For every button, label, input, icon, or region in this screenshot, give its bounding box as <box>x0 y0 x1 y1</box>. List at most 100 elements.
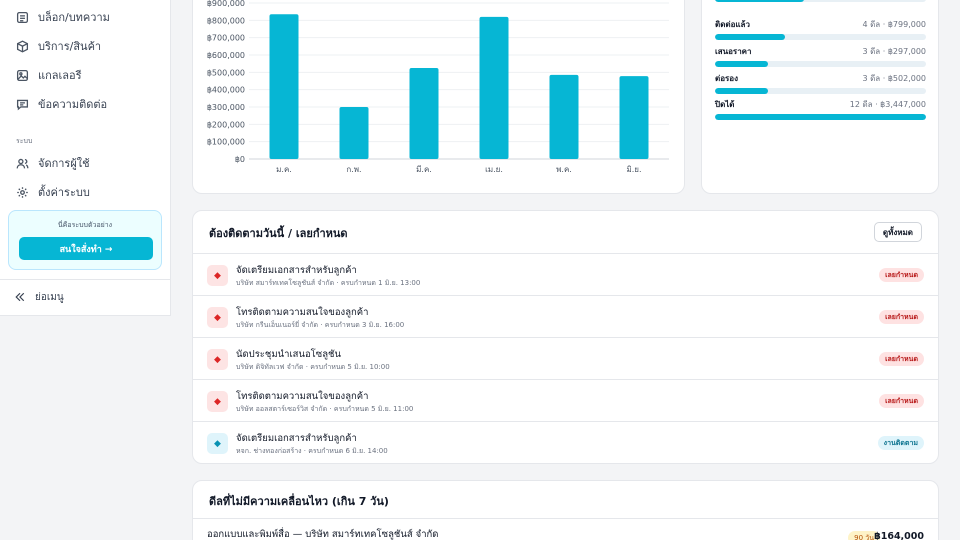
message-icon <box>16 99 29 110</box>
sidebar-item-gallery[interactable]: แกลเลอรี <box>16 63 82 87</box>
blog-icon <box>16 11 29 23</box>
bar[interactable] <box>619 76 649 159</box>
bar-chart: ฿0 ฿100,000 ฿200,000 ฿300,000 ฿400,000 ฿500,0… <box>207 0 669 174</box>
stage-label: ปิดได้ <box>715 99 735 109</box>
stage-label: เสนอราคา <box>715 46 752 56</box>
divider <box>193 518 938 519</box>
sidebar-item-services[interactable]: บริการ/สินค้า <box>16 34 101 58</box>
x-tick-label: เม.ย. <box>485 165 503 174</box>
y-tick-label: ฿200,000 <box>207 120 245 129</box>
funnel-stage: ต่อรอง 3 ดีล · ฿502,000 <box>715 72 926 94</box>
stage-label: ต่อรอง <box>715 73 739 83</box>
task-subtitle: บริษัท ดิจิทัลเวฟ จำกัด · ครบกำหนด 5 มิ.… <box>236 363 390 371</box>
followup-title: ต้องติดตามวันนี้ / เลยกำหนด <box>209 227 348 240</box>
task-row[interactable]: ◆ โทรติดตามความสนใจของลูกค้า บริษัท กรีน… <box>193 295 938 337</box>
y-tick-label: ฿800,000 <box>207 16 245 25</box>
stage-fill <box>715 34 785 40</box>
task-title: จัดเตรียมเอกสารสำหรับลูกค้า <box>236 433 357 444</box>
users-icon <box>16 158 29 168</box>
sidebar-item-messages[interactable]: ข้อความติดต่อ <box>16 92 107 116</box>
view-all-button[interactable]: ดูทั้งหมด <box>873 222 922 242</box>
task-row[interactable]: ◆ จัดเตรียมเอกสารสำหรับลูกค้า หจก. ช่างท… <box>193 421 938 463</box>
alert-icon: ◆ <box>207 265 228 286</box>
alert-icon: ◆ <box>207 307 228 328</box>
stage-track <box>715 88 926 94</box>
funnel-stage: เสนอราคา 3 ดีล · ฿297,000 <box>715 45 926 67</box>
stage-track <box>715 114 926 120</box>
bar[interactable] <box>479 16 509 159</box>
sidebar-item-blog[interactable]: บล็อก/บทความ <box>16 5 110 29</box>
sidebar-item-label: แกลเลอรี <box>38 69 82 82</box>
promo-box: นี่คือระบบตัวอย่าง สนใจสั่งทำ → <box>8 210 162 270</box>
stage-meta: 3 ดีล · ฿502,000 <box>862 73 926 83</box>
stale-title: ดีลที่ไม่มีความเคลื่อนไหว (เกิน 7 วัน) <box>209 495 389 508</box>
task-title: โทรติดตามความสนใจของลูกค้า <box>236 391 369 402</box>
task-subtitle: บริษัท สมาร์ทเทคโซลูชันส์ จำกัด · ครบกำห… <box>236 279 421 287</box>
task-icon: ◆ <box>207 433 228 454</box>
x-tick-label: พ.ค. <box>556 165 572 174</box>
alert-icon: ◆ <box>207 349 228 370</box>
funnel-stage: ปิดได้ 12 ดีล · ฿3,447,000 <box>715 98 926 120</box>
order-button[interactable]: สนใจสั่งทำ → <box>19 237 153 260</box>
x-tick-label: มิ.ย. <box>626 165 641 174</box>
stage-meta: 3 ดีล · ฿297,000 <box>862 46 926 56</box>
sidebar-section-label: ระบบ <box>16 137 33 145</box>
task-row[interactable]: ◆ โทรติดตามความสนใจของลูกค้า บริษัท ออลส… <box>193 379 938 421</box>
x-tick-label: ม.ค. <box>276 165 292 174</box>
alert-icon: ◆ <box>207 391 228 412</box>
sidebar-item-label: บล็อก/บทความ <box>38 11 110 24</box>
y-tick-label: ฿400,000 <box>207 86 245 95</box>
deal-amount: ฿164,000 <box>874 531 924 540</box>
stage-track <box>715 0 926 2</box>
stage-fill <box>715 61 768 67</box>
task-row[interactable]: ◆ นัดประชุมนำเสนอโซลูชัน บริษัท ดิจิทัลเ… <box>193 337 938 379</box>
stale-deal-title[interactable]: ออกแบบและพิมพ์สื่อ — บริษัท สมาร์ทเทคโซล… <box>207 527 438 540</box>
stage-fill <box>715 114 926 120</box>
x-tick-label: มี.ค. <box>416 165 432 174</box>
y-tick-label: ฿0 <box>235 155 245 164</box>
x-tick-label: ก.พ. <box>346 165 361 174</box>
funnel-stage <box>715 0 926 2</box>
followup-card: ต้องติดตามวันนี้ / เลยกำหนด ดูทั้งหมด ◆ … <box>192 210 939 464</box>
sidebar-item-label: จัดการผู้ใช้ <box>38 157 90 170</box>
y-tick-label: ฿300,000 <box>207 103 245 112</box>
status-badge: เลยกำหนด <box>879 394 924 408</box>
stage-fill <box>715 88 768 94</box>
gear-icon <box>17 186 28 198</box>
sidebar-item-label: บริการ/สินค้า <box>38 40 102 53</box>
stage-meta: 12 ดีล · ฿3,447,000 <box>849 99 926 109</box>
box-icon <box>16 39 29 53</box>
stage-track <box>715 34 926 40</box>
stage-meta: 4 ดีล · ฿799,000 <box>862 19 926 29</box>
y-tick-label: ฿900,000 <box>207 0 245 8</box>
collapse-label: ย่อเมนู <box>35 291 64 303</box>
task-subtitle: หจก. ช่างทองก่อสร้าง · ครบกำหนด 6 มิ.ย. … <box>236 447 388 455</box>
task-title: นัดประชุมนำเสนอโซลูชัน <box>236 349 341 360</box>
bar[interactable] <box>409 68 439 159</box>
bar[interactable] <box>339 107 369 159</box>
stage-fill <box>715 0 804 2</box>
sidebar-item-users[interactable]: จัดการผู้ใช้ <box>16 151 90 175</box>
task-title: จัดเตรียมเอกสารสำหรับลูกค้า <box>236 265 357 276</box>
task-title: โทรติดตามความสนใจของลูกค้า <box>236 307 369 318</box>
bar[interactable] <box>549 74 579 159</box>
task-row[interactable]: ◆ จัดเตรียมเอกสารสำหรับลูกค้า บริษัท สมา… <box>193 253 938 295</box>
stale-deals-card: ดีลที่ไม่มีความเคลื่อนไหว (เกิน 7 วัน) อ… <box>192 480 939 540</box>
image-icon <box>16 69 29 81</box>
stage-track <box>715 61 926 67</box>
sidebar-item-settings[interactable]: ตั้งค่าระบบ <box>16 180 90 204</box>
promo-title: นี่คือระบบตัวอย่าง <box>57 221 113 229</box>
collapse-menu-button[interactable]: ย่อเมนู <box>14 287 64 307</box>
sidebar-item-label: ข้อความติดต่อ <box>38 98 108 111</box>
stage-label: ติดต่อแล้ว <box>715 19 750 29</box>
y-tick-label: ฿100,000 <box>207 138 245 147</box>
task-subtitle: บริษัท ออลสตาร์เซอร์วิส จำกัด · ครบกำหนด… <box>236 405 414 413</box>
status-badge: เลยกำหนด <box>879 310 924 324</box>
y-tick-label: ฿700,000 <box>207 34 245 43</box>
y-tick-label: ฿500,000 <box>207 68 245 77</box>
status-badge: งานติดตาม <box>877 436 924 450</box>
bar[interactable] <box>269 14 299 160</box>
status-badge: เลยกำหนด <box>879 352 924 366</box>
pipeline-funnel-card: ติดต่อแล้ว 4 ดีล · ฿799,000 เสนอราคา 3 ด… <box>701 0 939 194</box>
sidebar-item-label: ตั้งค่าระบบ <box>38 186 90 199</box>
